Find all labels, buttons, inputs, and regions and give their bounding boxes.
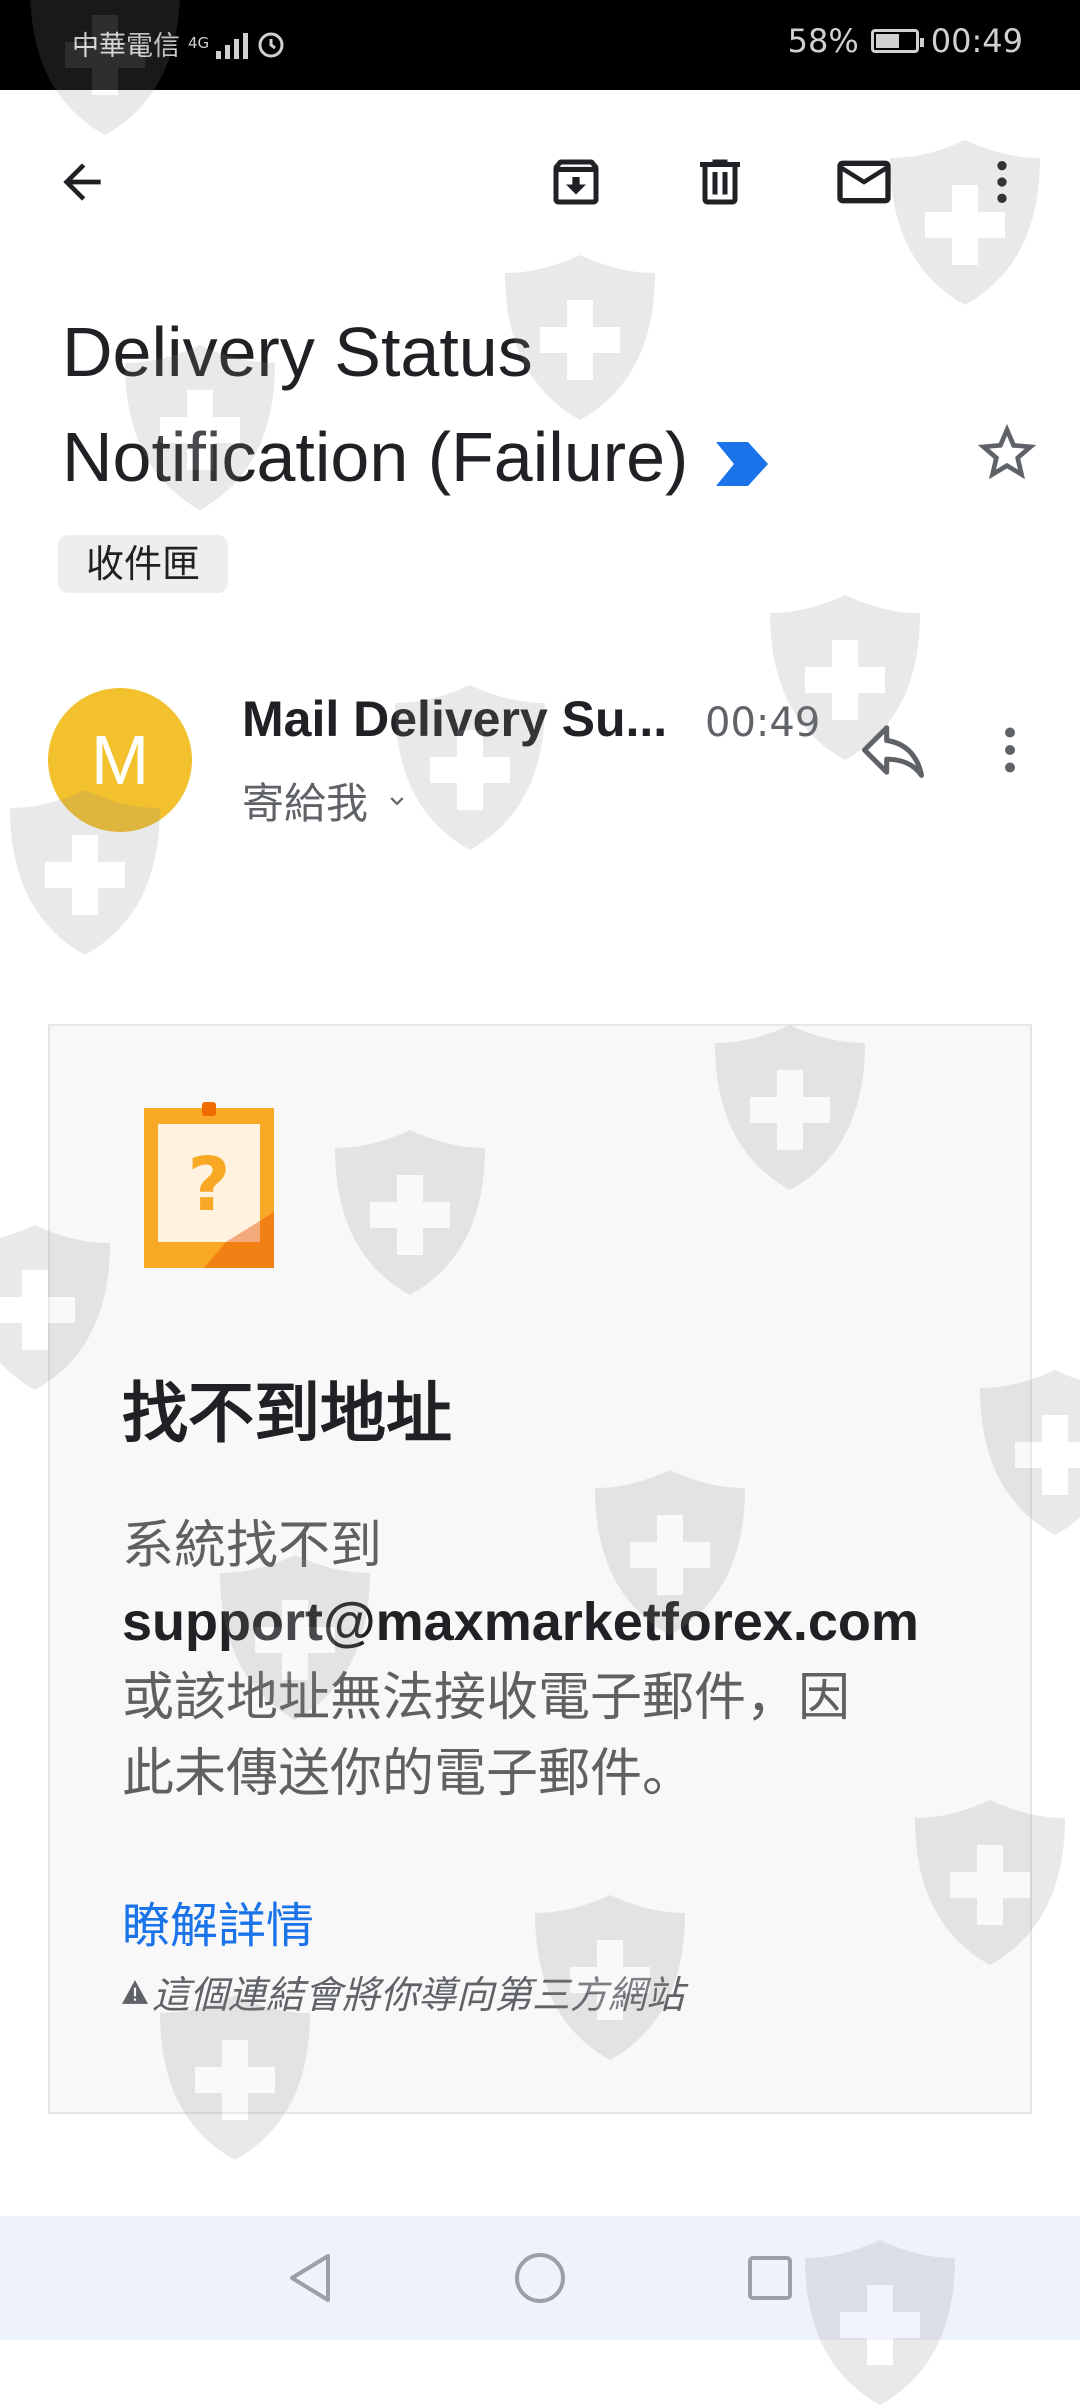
triangle-back-icon bbox=[290, 2254, 330, 2302]
email-time: 00:49 bbox=[705, 700, 821, 746]
mark-unread-button[interactable] bbox=[824, 142, 904, 222]
clock: 00:49 bbox=[930, 22, 1023, 60]
more-vert-icon bbox=[997, 161, 1007, 203]
alarm-icon bbox=[258, 32, 284, 57]
nav-recents-button[interactable] bbox=[740, 2248, 800, 2308]
card-body-line-3: 此未傳送你的電子郵件。 bbox=[122, 1744, 695, 1804]
address-not-found-icon: ? bbox=[144, 1102, 274, 1268]
sender-name[interactable]: Mail Delivery Su... bbox=[242, 690, 667, 748]
learn-more-link[interactable]: 瞭解詳情 bbox=[122, 1886, 314, 1956]
reply-button[interactable] bbox=[855, 712, 931, 788]
carrier-label: 中華電信 bbox=[72, 31, 180, 62]
subject-line-2: Notification (Failure) bbox=[62, 418, 689, 496]
message-more-button[interactable] bbox=[980, 712, 1050, 788]
label-chip[interactable]: 收件匣 bbox=[58, 535, 229, 593]
email-toolbar bbox=[0, 90, 1080, 280]
archive-button[interactable] bbox=[536, 142, 616, 222]
subject-line-1: Delivery Status bbox=[62, 313, 533, 391]
circle-home-icon bbox=[515, 2253, 565, 2303]
nav-home-button[interactable] bbox=[510, 2248, 570, 2308]
status-right: 58% 00:49 bbox=[788, 22, 1023, 60]
archive-icon bbox=[553, 159, 599, 205]
status-left: 中華電信 4G bbox=[72, 24, 286, 63]
bounced-email-address: support@maxmarketforex.com bbox=[122, 1592, 919, 1652]
card-body-line-1: 系統找不到 bbox=[122, 1516, 383, 1576]
important-marker-icon[interactable] bbox=[716, 410, 769, 515]
subject-line-2-wrap: Notification (Failure) bbox=[62, 405, 922, 515]
avatar[interactable]: M bbox=[48, 688, 192, 832]
battery-icon bbox=[870, 29, 924, 53]
square-recents-icon bbox=[748, 2256, 792, 2300]
svg-text:?: ? bbox=[188, 1142, 231, 1228]
status-bar: 中華電信 4G 58% 00:49 bbox=[0, 0, 1080, 90]
battery-percent: 58% bbox=[787, 22, 859, 60]
more-options-button[interactable] bbox=[962, 142, 1042, 222]
star-outline-icon bbox=[977, 423, 1037, 480]
signal-icon bbox=[216, 29, 248, 59]
arrow-left-icon bbox=[63, 163, 101, 201]
card-body-line-2: 或該地址無法接收電子郵件，因 bbox=[122, 1668, 851, 1728]
card-title: 找不到地址 bbox=[122, 1375, 452, 1452]
nav-back-button[interactable] bbox=[280, 2248, 340, 2308]
third-party-warning: 這個連結會將你導向第三方網站 bbox=[122, 1964, 684, 2019]
to-label: 寄給我 bbox=[242, 779, 369, 828]
warning-text: 這個連結會將你導向第三方網站 bbox=[152, 1973, 685, 2017]
network-type: 4G bbox=[188, 34, 210, 52]
system-nav-bar bbox=[0, 2216, 1080, 2340]
recipient-details-toggle[interactable]: 寄給我 bbox=[242, 770, 410, 831]
star-button[interactable] bbox=[972, 418, 1042, 488]
back-button[interactable] bbox=[42, 142, 122, 222]
email-subject: Delivery Status Notification (Failure) bbox=[62, 300, 922, 515]
mail-icon bbox=[837, 160, 891, 204]
chevron-down-icon bbox=[390, 796, 404, 805]
card-body: 系統找不到 support@maxmarketforex.com 或該地址無法接… bbox=[122, 1508, 982, 1812]
delete-button[interactable] bbox=[680, 142, 760, 222]
warning-icon bbox=[122, 1979, 148, 2004]
reply-icon bbox=[861, 725, 925, 778]
more-vert-icon bbox=[1005, 727, 1015, 773]
trash-icon bbox=[700, 159, 740, 205]
